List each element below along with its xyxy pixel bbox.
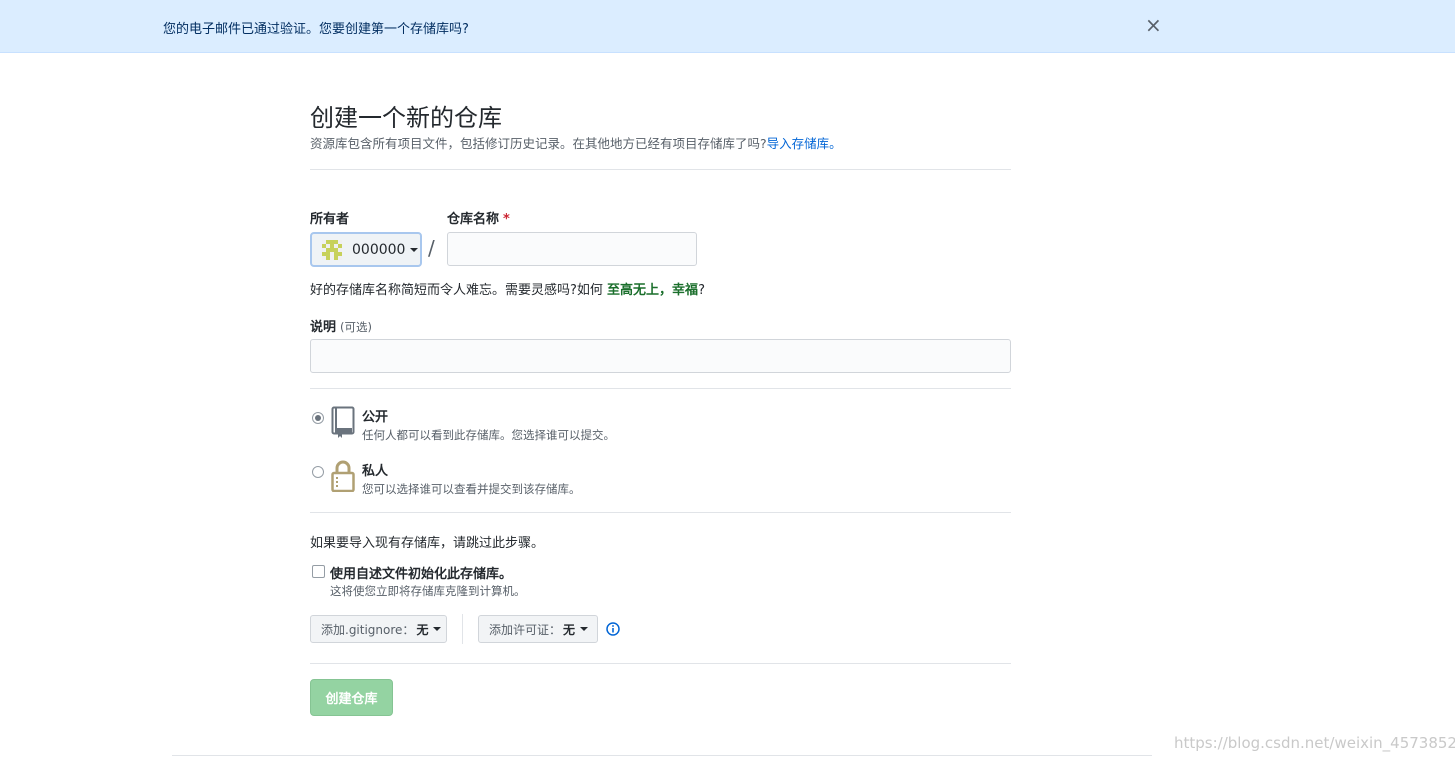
repo-name-label-text: 仓库名称: [447, 212, 500, 227]
readme-checkbox[interactable]: [312, 565, 325, 578]
info-icon[interactable]: [606, 622, 620, 636]
name-suggestion[interactable]: 至高无上，幸福: [607, 283, 698, 298]
owner-dropdown[interactable]: 000000: [310, 232, 422, 267]
divider: [462, 614, 463, 644]
required-mark: *: [503, 212, 510, 227]
import-note: 如果要导入现有存储库，请跳过此步骤。: [310, 536, 545, 551]
readme-label[interactable]: 使用自述文件初始化此存储库。: [330, 563, 512, 582]
avatar-icon: [322, 239, 342, 260]
description-label-text: 说明: [310, 320, 337, 335]
divider: [310, 169, 1011, 170]
private-desc: 您可以选择谁可以查看并提交到该存储库。: [362, 482, 581, 496]
create-repo-button[interactable]: 创建仓库: [310, 679, 393, 716]
flash-banner: 您的电子邮件已通过验证。您要创建第一个存储库吗? ×: [0, 0, 1455, 53]
public-desc: 任何人都可以看到此存储库。您选择谁可以提交。: [362, 428, 615, 442]
divider: [310, 512, 1011, 513]
readme-desc: 这将使您立即将存储库克隆到计算机。: [330, 584, 526, 598]
description-label: 说明 (可选): [310, 316, 372, 335]
page-title: 创建一个新的仓库: [310, 104, 502, 132]
chevron-down-icon: [410, 247, 419, 252]
public-radio[interactable]: [312, 412, 324, 424]
license-label: 添加许可证：: [489, 622, 562, 637]
private-title: 私人: [362, 464, 389, 479]
owner-label: 所有者: [310, 212, 350, 227]
license-dropdown[interactable]: 添加许可证：无: [478, 615, 598, 643]
gitignore-label: 添加.gitignore：: [321, 622, 415, 637]
private-radio[interactable]: [312, 466, 324, 478]
lock-icon: [331, 460, 355, 492]
chevron-down-icon: [580, 627, 589, 631]
chevron-down-icon: [433, 627, 442, 631]
description-input[interactable]: [310, 339, 1011, 373]
optional-note: (可选): [340, 320, 372, 334]
import-repo-link[interactable]: 导入存储库。: [767, 136, 842, 151]
gitignore-dropdown[interactable]: 添加.gitignore：无: [310, 615, 447, 643]
owner-repo-separator: /: [428, 236, 435, 260]
gitignore-value: 无: [416, 622, 429, 637]
page-subtitle: 资源库包含所有项目文件，包括修订历史记录。在其他地方已经有项目存储库了吗?导入存…: [310, 133, 842, 152]
watermark: https://blog.csdn.net/weixin_45738527: [1174, 734, 1455, 752]
repo-name-label: 仓库名称 *: [447, 208, 510, 227]
hint-text: 好的存储库名称简短而令人难忘。需要灵感吗?如何: [310, 283, 603, 298]
license-value: 无: [563, 622, 576, 637]
repo-name-hint: 好的存储库名称简短而令人难忘。需要灵感吗?如何 至高无上，幸福?: [310, 279, 705, 298]
repo-book-icon: [331, 406, 355, 438]
repo-name-input[interactable]: [447, 232, 697, 266]
divider: [310, 388, 1011, 389]
flash-message: 您的电子邮件已通过验证。您要创建第一个存储库吗?: [163, 22, 469, 37]
footer-divider: [172, 755, 1152, 756]
owner-name: 000000: [352, 241, 406, 258]
divider: [310, 663, 1011, 664]
hint-end: ?: [698, 283, 705, 298]
subtitle-text: 资源库包含所有项目文件，包括修订历史记录。在其他地方已经有项目存储库了吗?: [310, 136, 767, 151]
public-title: 公开: [362, 410, 389, 425]
close-icon[interactable]: ×: [1145, 15, 1162, 35]
